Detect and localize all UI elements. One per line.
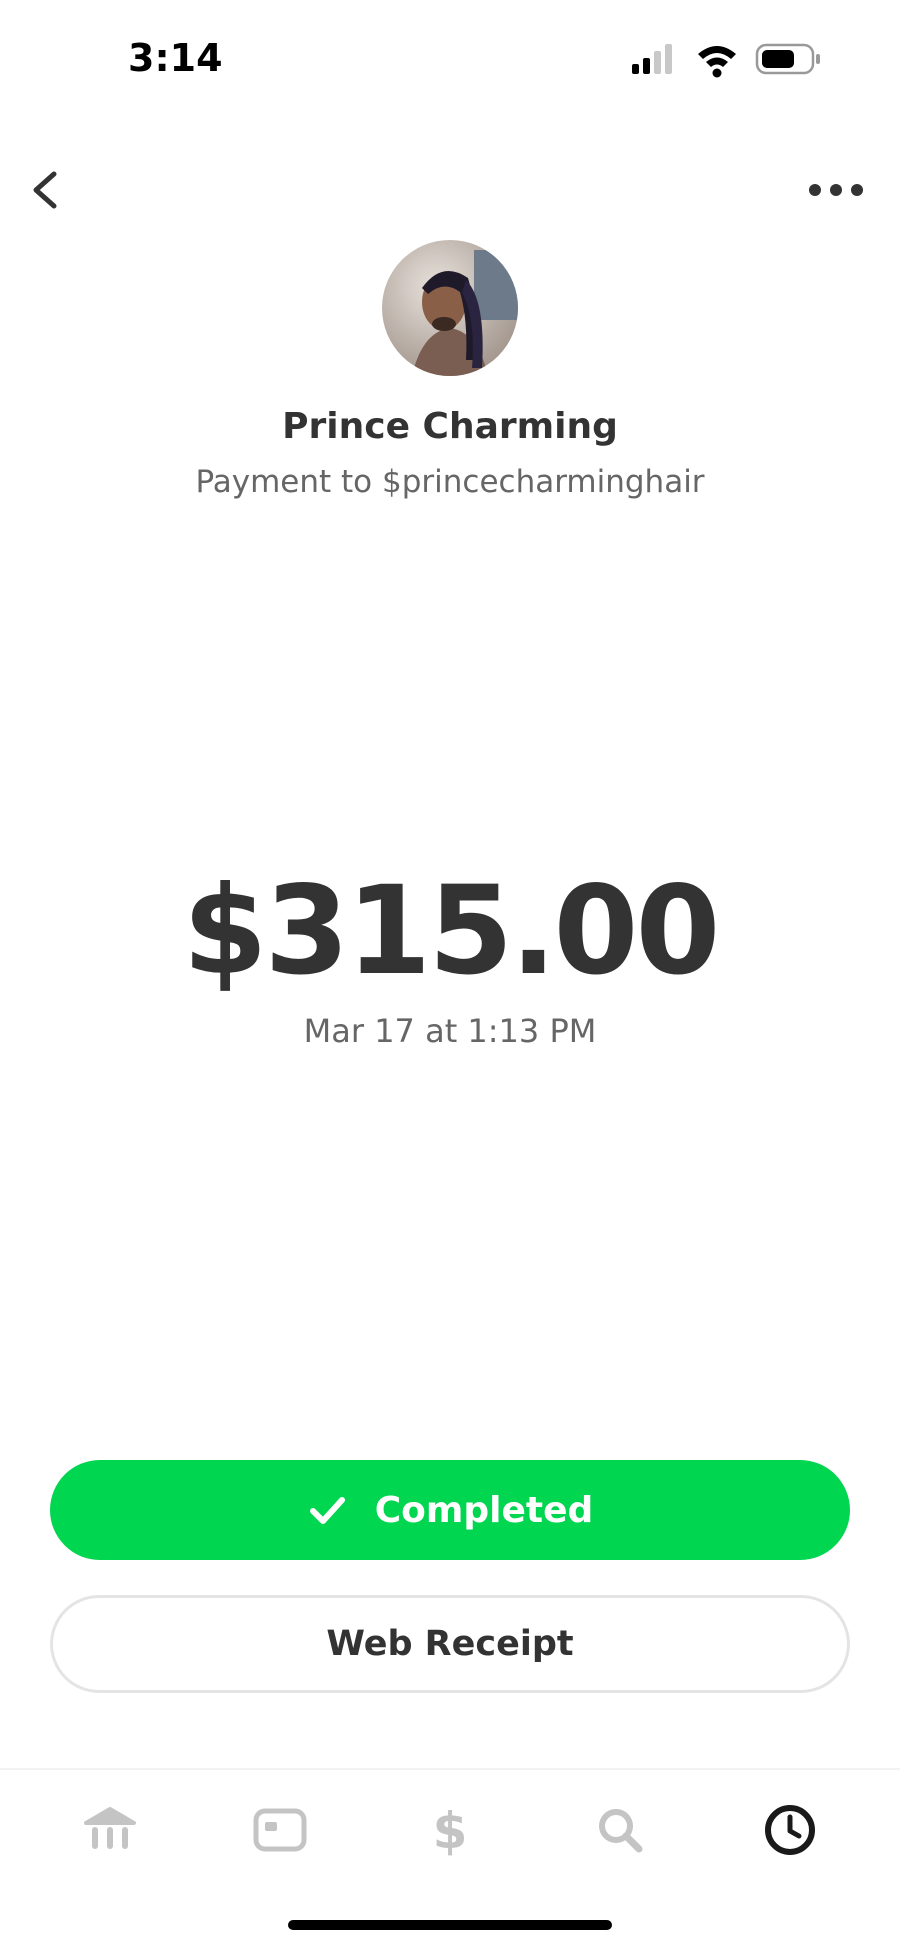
payment-detail-screen: 3:14 Prince Charming Payment to $princec… (0, 0, 900, 1950)
completed-status-button[interactable]: Completed (50, 1460, 850, 1560)
card-icon (253, 1808, 307, 1852)
avatar (382, 240, 518, 376)
status-time: 3:14 (128, 36, 223, 80)
dollar-icon: $ (433, 1802, 468, 1858)
chevron-left-icon (33, 171, 57, 209)
tab-search[interactable] (590, 1800, 650, 1860)
status-icons (632, 40, 822, 80)
payment-subtitle: Payment to $princecharminghair (195, 464, 705, 500)
back-button[interactable] (26, 160, 66, 220)
search-icon (599, 1809, 643, 1853)
battery-icon (755, 43, 820, 75)
home-indicator[interactable] (288, 1920, 612, 1930)
payment-amount: $315.00 (182, 860, 721, 1002)
more-options-button[interactable] (806, 170, 866, 210)
bank-icon (84, 1807, 136, 1849)
web-receipt-label: Web Receipt (326, 1624, 574, 1664)
tab-activity[interactable] (760, 1800, 820, 1860)
recipient-name: Prince Charming (282, 406, 618, 447)
svg-text:$: $ (433, 1802, 468, 1858)
wifi-icon (698, 46, 736, 78)
cellular-signal-icon (632, 44, 672, 74)
tab-card[interactable] (250, 1800, 310, 1860)
payment-date: Mar 17 at 1:13 PM (303, 1012, 597, 1050)
tab-banking[interactable] (80, 1800, 140, 1860)
more-horizontal-icon (809, 184, 863, 196)
tab-payments[interactable]: $ (420, 1800, 480, 1860)
clock-icon (765, 1805, 815, 1855)
completed-label: Completed (374, 1489, 594, 1531)
web-receipt-button[interactable]: Web Receipt (50, 1595, 850, 1693)
checkmark-icon (309, 1497, 345, 1524)
